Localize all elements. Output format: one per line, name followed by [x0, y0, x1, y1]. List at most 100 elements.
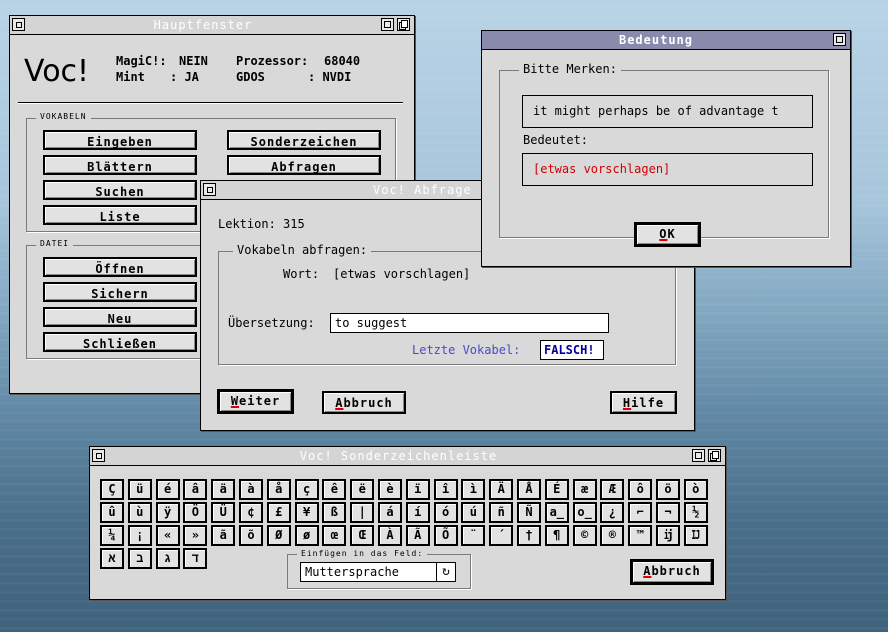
special-char-key[interactable]: ™: [628, 525, 653, 546]
suchen-button[interactable]: Suchen: [43, 180, 197, 200]
special-char-key[interactable]: ג: [155, 548, 180, 569]
special-char-key[interactable]: Ü: [211, 502, 236, 523]
sichern-button[interactable]: Sichern: [43, 282, 197, 302]
close-icon[interactable]: [203, 183, 216, 196]
abbruch-button[interactable]: Abbruch: [322, 391, 406, 414]
special-char-key[interactable]: ú: [461, 502, 486, 523]
special-char-key[interactable]: ï: [405, 479, 430, 500]
special-char-key[interactable]: ©: [572, 525, 597, 546]
special-char-key[interactable]: Å: [517, 479, 541, 500]
special-char-key[interactable]: í: [405, 502, 430, 523]
fullscreen-icon[interactable]: [708, 449, 721, 462]
special-char-key[interactable]: Ñ: [517, 502, 541, 523]
liste-button[interactable]: Liste: [43, 205, 197, 225]
close-icon[interactable]: [92, 449, 105, 462]
special-char-key[interactable]: ®: [600, 525, 625, 546]
special-char-key[interactable]: ב: [127, 548, 152, 569]
special-char-key[interactable]: »: [183, 525, 208, 546]
special-char-key[interactable]: É: [544, 479, 569, 500]
special-char-key[interactable]: ½: [683, 502, 708, 523]
special-char-key[interactable]: ¬: [656, 502, 680, 523]
special-char-key[interactable]: Ĳ: [683, 525, 708, 546]
special-char-key[interactable]: «: [155, 525, 180, 546]
special-char-key[interactable]: ⌐: [628, 502, 653, 523]
special-char-key[interactable]: ÿ: [155, 502, 180, 523]
special-char-key[interactable]: ß: [322, 502, 347, 523]
special-char-key[interactable]: ä: [211, 479, 236, 500]
special-char-key[interactable]: ¿: [600, 502, 625, 523]
special-char-key[interactable]: †: [517, 525, 541, 546]
iconify-icon[interactable]: [692, 449, 705, 462]
special-char-key[interactable]: ¢: [239, 502, 263, 523]
uebersetzung-input[interactable]: to suggest: [330, 313, 609, 333]
special-char-key[interactable]: Ä: [489, 479, 514, 500]
special-char-key[interactable]: õ: [239, 525, 263, 546]
meaning-window: Bedeutung Bitte Merken: it might perhaps…: [481, 30, 851, 267]
special-char-key[interactable]: o̲: [572, 502, 597, 523]
einfuegen-dropdown[interactable]: Muttersprache: [300, 562, 456, 582]
special-char-key[interactable]: à: [239, 479, 263, 500]
special-char-key[interactable]: £: [266, 502, 291, 523]
special-char-key[interactable]: ë: [350, 479, 375, 500]
special-char-key[interactable]: ô: [628, 479, 653, 500]
weiter-button[interactable]: Weiter: [217, 389, 294, 414]
special-char-key[interactable]: ´: [489, 525, 514, 546]
special-char-key[interactable]: Æ: [600, 479, 625, 500]
special-char-key[interactable]: â: [183, 479, 208, 500]
special-char-key[interactable]: ד: [183, 548, 208, 569]
sonderzeichen-button[interactable]: Sonderzeichen: [227, 130, 381, 150]
special-char-key[interactable]: Ø: [266, 525, 291, 546]
special-char-key[interactable]: û: [100, 502, 124, 523]
special-char-key[interactable]: À: [378, 525, 402, 546]
special-char-key[interactable]: ø: [294, 525, 319, 546]
special-char-key[interactable]: ê: [322, 479, 347, 500]
main-titlebar[interactable]: Hauptfenster: [10, 16, 414, 35]
special-char-key[interactable]: ¼: [100, 525, 124, 546]
blaettern-button[interactable]: Blättern: [43, 155, 197, 175]
special-char-key[interactable]: œ: [322, 525, 347, 546]
special-char-key[interactable]: æ: [572, 479, 597, 500]
special-char-key[interactable]: î: [433, 479, 458, 500]
special-char-key[interactable]: |: [350, 502, 375, 523]
special-char-key[interactable]: è: [378, 479, 402, 500]
special-char-key[interactable]: ñ: [489, 502, 514, 523]
sonder-abbruch-button[interactable]: Abbruch: [630, 559, 714, 585]
special-char-key[interactable]: ¶: [544, 525, 569, 546]
special-char-key[interactable]: ĳ: [656, 525, 680, 546]
special-char-key[interactable]: ó: [433, 502, 458, 523]
special-char-key[interactable]: å: [266, 479, 291, 500]
schliessen-button[interactable]: Schließen: [43, 332, 197, 352]
special-char-key[interactable]: Œ: [350, 525, 375, 546]
special-char-key[interactable]: ¡: [127, 525, 152, 546]
special-char-key[interactable]: ü: [127, 479, 152, 500]
oeffnen-button[interactable]: Öffnen: [43, 257, 197, 277]
iconify-icon[interactable]: [381, 18, 394, 31]
cycle-icon[interactable]: ↻: [436, 562, 456, 582]
special-char-key[interactable]: ò: [683, 479, 708, 500]
special-char-key[interactable]: ã: [211, 525, 236, 546]
special-char-key[interactable]: á: [378, 502, 402, 523]
fullscreen-icon[interactable]: [397, 18, 410, 31]
special-char-key[interactable]: ù: [127, 502, 152, 523]
special-char-key[interactable]: ç: [294, 479, 319, 500]
special-char-key[interactable]: ¥: [294, 502, 319, 523]
abfragen-button[interactable]: Abfragen: [227, 155, 381, 175]
special-titlebar[interactable]: Voc! Sonderzeichenleiste: [90, 447, 725, 466]
special-char-key[interactable]: a̲: [544, 502, 569, 523]
special-char-key[interactable]: Õ: [433, 525, 458, 546]
eingeben-button[interactable]: Eingeben: [43, 130, 197, 150]
special-char-key[interactable]: ì: [461, 479, 486, 500]
special-char-key[interactable]: Ö: [183, 502, 208, 523]
special-char-key[interactable]: א: [100, 548, 124, 569]
hilfe-button[interactable]: Hilfe: [610, 391, 677, 414]
special-char-key[interactable]: é: [155, 479, 180, 500]
close-icon[interactable]: [12, 18, 25, 31]
neu-button[interactable]: Neu: [43, 307, 197, 327]
special-char-key[interactable]: Ã: [405, 525, 430, 546]
ok-button[interactable]: OK: [634, 222, 701, 247]
meaning-titlebar[interactable]: Bedeutung: [482, 31, 850, 50]
special-char-key[interactable]: Ç: [100, 479, 124, 500]
special-char-key[interactable]: ö: [656, 479, 680, 500]
special-char-key[interactable]: ¨: [461, 525, 486, 546]
iconify-icon[interactable]: [833, 33, 846, 46]
